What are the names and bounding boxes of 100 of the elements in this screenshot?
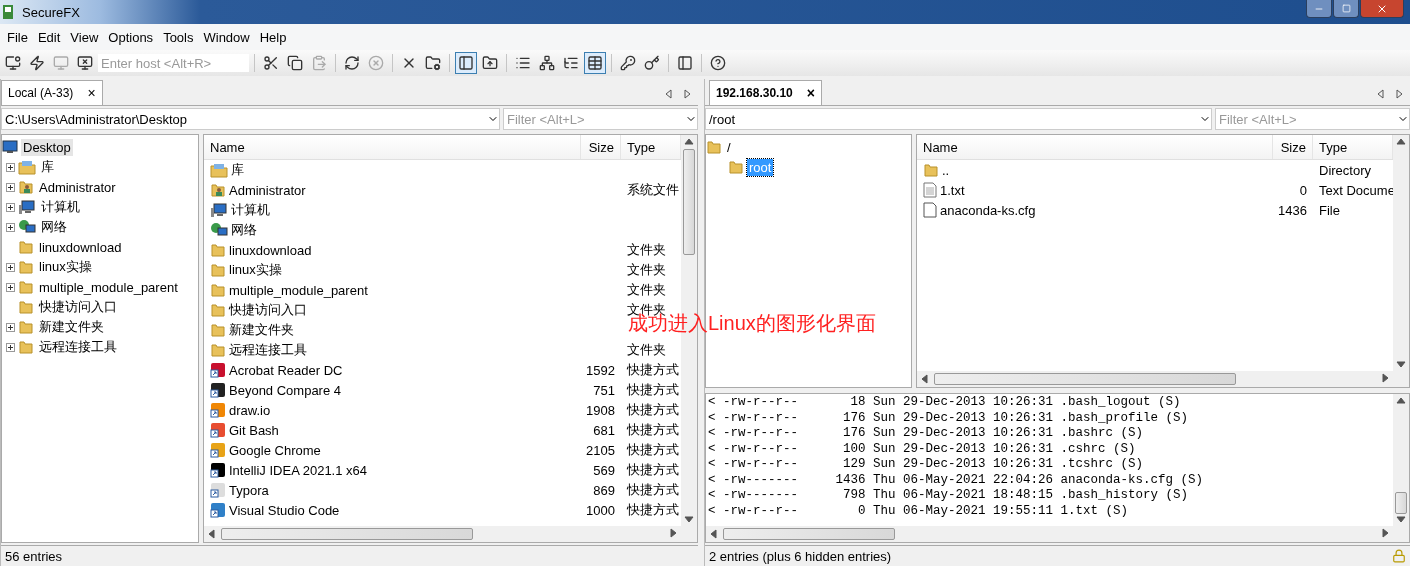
tree-item[interactable]: linux实操 [37,257,94,277]
tree-item[interactable]: 远程连接工具 [37,337,119,357]
horizontal-scrollbar[interactable] [204,526,681,542]
scroll-right-icon[interactable] [1380,528,1390,538]
file-type: 快捷方式 [626,361,680,379]
tree-item[interactable]: / [725,138,733,156]
folder-icon [210,302,226,318]
user-folder-icon [210,182,226,198]
file-name[interactable]: multiple_module_parent [204,282,581,298]
menu-item[interactable]: Help [254,29,292,45]
file-name[interactable]: linux实操 [204,261,581,279]
file-size: 0 [1298,182,1308,198]
tree-item[interactable]: linuxdownload [37,238,124,256]
expand-icon[interactable] [6,342,15,352]
file-type: 系统文件 [626,181,680,199]
file-name[interactable]: linuxdownload [204,242,581,258]
scroll-right-icon[interactable] [1394,89,1404,99]
file-name[interactable]: Google Chrome [204,442,581,458]
file-name[interactable]: 1.txt [917,182,1273,198]
column-header[interactable]: Size [1273,135,1313,159]
file-type: 快捷方式 [626,441,680,459]
close-tab-button[interactable]: × [87,85,96,101]
close-tab-button[interactable]: × [806,85,815,101]
scrollbar-thumb[interactable] [683,149,695,256]
file-name[interactable]: Beyond Compare 4 [204,382,581,398]
file-name[interactable]: Acrobat Reader DC [204,362,581,378]
scroll-left-icon[interactable] [207,529,217,539]
scroll-up-icon[interactable] [684,137,694,147]
column-header[interactable]: Name [917,135,1273,159]
horizontal-scrollbar[interactable] [917,371,1393,387]
file-name[interactable]: Git Bash [204,422,581,438]
horizontal-scrollbar[interactable] [706,526,1393,542]
menu-item[interactable]: View [65,29,104,45]
column-header[interactable]: Name [204,135,581,159]
tree-item[interactable]: 新建文件夹 [37,317,106,337]
scroll-down-icon[interactable] [1396,359,1406,369]
status-text: 56 entries [5,548,63,564]
expand-icon[interactable] [6,182,15,192]
file-name[interactable]: .. [917,162,1273,178]
file-size: 569 [592,462,616,478]
copy-icon [287,55,303,71]
file-name[interactable]: Visual Studio Code [204,502,581,518]
file-name[interactable]: 快捷访问入口 [204,301,581,319]
scroll-down-icon[interactable] [684,514,694,524]
tree-item[interactable]: Administrator [37,178,118,196]
menu-item[interactable]: Window [198,29,255,45]
menu-item[interactable]: Edit [32,29,66,45]
path-combo[interactable]: C:\Users\Administrator\Desktop [1,108,500,130]
expand-icon[interactable] [6,282,15,292]
file-name[interactable]: 远程连接工具 [204,341,581,359]
expand-icon[interactable] [6,322,15,332]
tree-item[interactable]: 网络 [39,217,69,237]
folder-icon [18,299,34,315]
file-name[interactable]: IntelliJ IDEA 2021.1 x64 [204,462,581,478]
toolbar-button[interactable] [584,52,606,74]
menu-item[interactable]: Options [103,29,159,45]
expand-icon[interactable] [6,162,15,172]
tree-item[interactable]: multiple_module_parent [37,278,180,296]
file-name[interactable]: 计算机 [204,201,581,219]
expand-icon[interactable] [6,222,15,232]
path-combo[interactable]: /root [705,108,1212,130]
vertical-scrollbar[interactable] [1393,394,1409,526]
scroll-up-icon[interactable] [1396,396,1406,406]
tree-item[interactable]: Desktop [21,138,73,156]
vertical-scrollbar[interactable] [1393,135,1409,371]
maximize-button[interactable] [1333,0,1359,18]
file-name[interactable]: 新建文件夹 [204,321,581,339]
scroll-left-icon[interactable] [664,89,674,99]
scroll-up-icon[interactable] [1396,137,1406,147]
log-line: < -rw-r--r-- 100 Sun 29-Dec-2013 10:26:31 .cshrc (S) [708,441,1137,457]
folder-icon [706,139,722,155]
column-header[interactable]: Size [581,135,621,159]
file-name[interactable]: 网络 [204,221,581,239]
library-icon [210,162,228,178]
toolbar-button[interactable] [455,52,477,74]
tree-item[interactable]: 计算机 [39,197,82,217]
file-name[interactable]: 库 [204,161,581,179]
minimize-button[interactable] [1306,0,1332,18]
session-tab[interactable]: Local (A-33) × [1,80,103,105]
scroll-left-icon[interactable] [709,529,719,539]
scroll-right-icon[interactable] [668,528,678,538]
scroll-left-icon[interactable] [1376,89,1386,99]
session-tab[interactable]: 192.168.30.10 × [709,80,822,105]
file-type: 快捷方式 [626,501,680,519]
file-name[interactable]: draw.io [204,402,581,418]
expand-icon[interactable] [6,202,15,212]
menu-item[interactable]: File [2,29,33,45]
scroll-right-icon[interactable] [1380,373,1390,383]
scroll-left-icon[interactable] [920,374,930,384]
scrollbar-thumb[interactable] [1395,492,1407,514]
tree-item[interactable]: 库 [39,157,56,177]
file-name[interactable]: Administrator [204,182,581,198]
expand-icon[interactable] [6,262,15,272]
key-icon [644,55,660,71]
menu-item[interactable]: Tools [158,29,199,45]
file-name[interactable]: anaconda-ks.cfg [917,202,1273,218]
scroll-right-icon[interactable] [682,89,692,99]
file-name[interactable]: Typora [204,482,581,498]
tree-item[interactable]: 快捷访问入口 [37,297,119,317]
host-field[interactable]: Enter host <Alt+R> [98,54,249,72]
